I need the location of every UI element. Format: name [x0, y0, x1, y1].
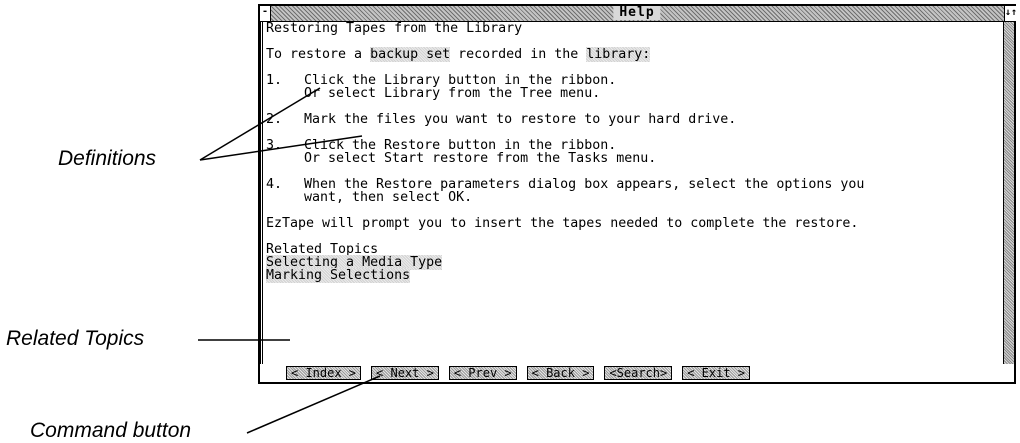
leader-line-definitions-2: [199, 135, 363, 161]
callout-leader-lines: [198, 87, 381, 434]
leader-line-command-button: [246, 375, 381, 434]
callout-command-button: Command button: [30, 419, 192, 442]
leader-line-definitions-1: [199, 87, 321, 161]
callout-definitions: Definitions: [58, 147, 157, 170]
callout-related-topics: Related Topics: [6, 327, 145, 350]
